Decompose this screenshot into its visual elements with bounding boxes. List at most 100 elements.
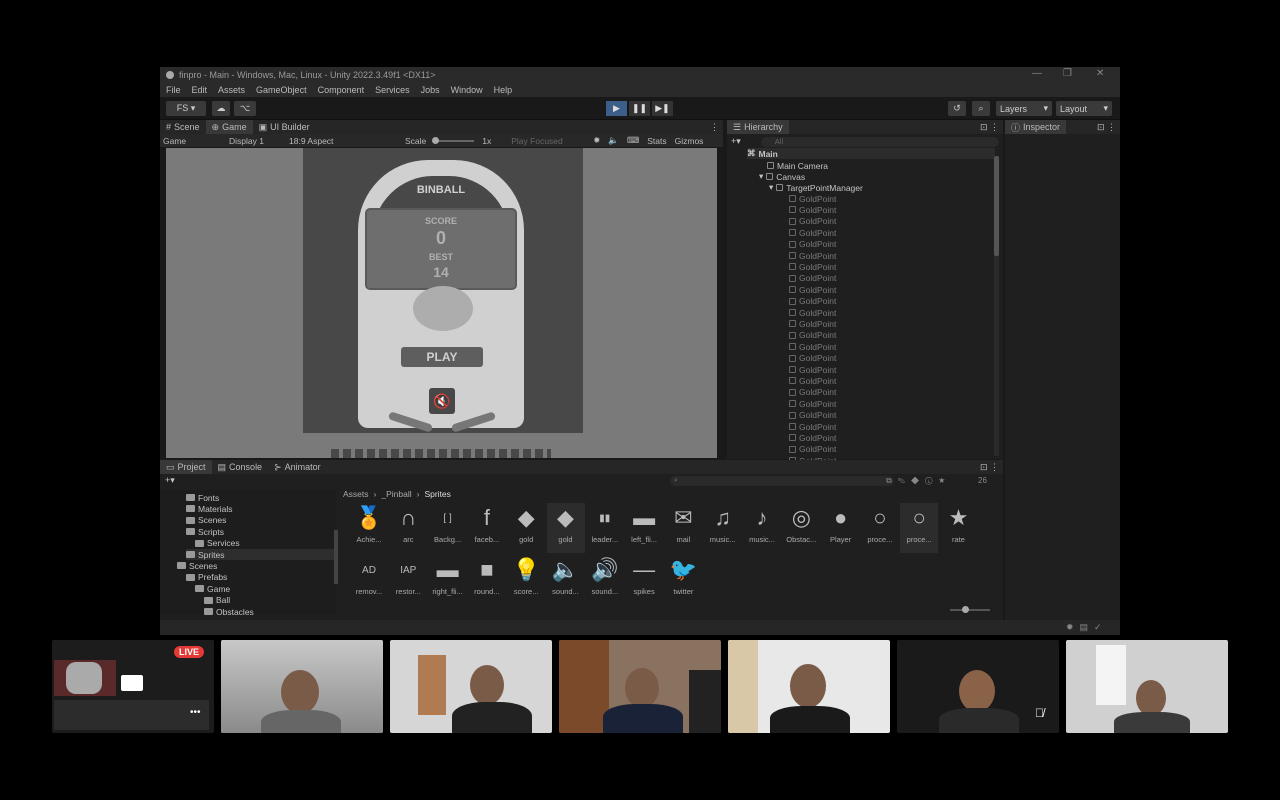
menu-window[interactable]: Window [451,85,483,95]
menu-assets[interactable]: Assets [218,85,245,95]
layout-dropdown[interactable]: Layout ▾ [1056,101,1112,116]
target-point-manager-row[interactable]: ▾ TargetPointManager [769,182,863,193]
gold-point-row[interactable]: GoldPoint [789,387,836,398]
gizmos-dropdown[interactable]: Gizmos [675,136,704,146]
layers-dropdown[interactable]: Layers ▾ [996,101,1052,116]
gold-point-row[interactable]: GoldPoint [789,375,836,386]
gold-point-row[interactable]: GoldPoint [789,250,836,261]
status-icons[interactable]: ✹▤✓ [1066,622,1108,633]
tab-ui-builder[interactable]: ▣ UI Builder [253,120,316,134]
scene-root-row[interactable]: ⌘ Main [747,148,995,159]
project-search-input[interactable]: ⌕ [670,475,894,486]
tab-animator[interactable]: ⊱ Animator [268,460,327,474]
folder-tree-item[interactable]: Fonts [186,492,219,503]
mute-icon[interactable]: 🔇 [429,388,455,414]
stats-button[interactable]: Stats [647,136,666,146]
keyboard-icon[interactable]: ⌨ [627,135,639,146]
sprite-asset[interactable]: 🐦 twitter [664,555,702,605]
sprite-asset[interactable]: ◆ gold [546,503,585,553]
hierarchy-scrollbar[interactable] [994,156,999,456]
gold-point-row[interactable]: GoldPoint [789,341,836,352]
sprite-asset[interactable]: ♫ music... [704,503,742,553]
gold-point-row[interactable]: GoldPoint [789,364,836,375]
step-button[interactable]: ▶❚ [652,101,673,116]
scale-slider-handle[interactable] [432,136,440,144]
breadcrumb-pinball[interactable]: _Pinball [381,489,411,500]
menu-help[interactable]: Help [494,85,513,95]
sprite-asset[interactable]: ○ proce... [900,503,939,553]
tab-console[interactable]: ▤ Console [212,460,269,474]
menu-component[interactable]: Component [318,85,365,95]
breadcrumb-sprites[interactable]: Sprites [424,489,450,500]
add-object-button[interactable]: +▾ [731,136,741,147]
gold-point-row[interactable]: GoldPoint [789,273,836,284]
folder-tree-item[interactable]: Ball [204,595,230,606]
menu-services[interactable]: Services [375,85,410,95]
play-button[interactable]: ▶ [606,101,627,116]
gold-point-row[interactable]: GoldPoint [789,444,836,455]
sprite-asset[interactable]: AD remov... [350,555,388,605]
scrollbar-thumb[interactable] [994,156,999,256]
gold-point-row[interactable]: GoldPoint [789,193,836,204]
sprite-asset[interactable]: ◆ gold [507,503,545,553]
gold-point-row[interactable]: GoldPoint [789,421,836,432]
play-focused-dropdown[interactable]: Play Focused [511,136,585,146]
sprite-asset[interactable]: IAP restor... [389,555,427,605]
lock-icon[interactable]: ⊡ ⋮ [980,462,1003,473]
gold-point-row[interactable]: GoldPoint [789,284,836,295]
game-mode-dropdown[interactable]: Game [163,136,221,146]
gold-point-row[interactable]: GoldPoint [789,216,836,227]
sprite-asset[interactable]: [ ] Backg... [429,503,467,553]
sprite-asset[interactable]: ♪ music... [743,503,781,553]
sprite-asset[interactable]: ▮▮ leader... [586,503,624,553]
gold-point-row[interactable]: GoldPoint [789,227,836,238]
tab-inspector[interactable]: ⓘ Inspector [1005,120,1067,134]
cloud-icon[interactable]: ☁ [212,101,230,116]
icon-size-slider[interactable] [950,606,990,613]
participant-tile-4[interactable] [728,640,890,733]
folder-tree-item[interactable]: Services [195,538,240,549]
scale-slider[interactable] [432,136,475,144]
gold-point-row[interactable]: GoldPoint [789,398,836,409]
sprite-asset[interactable]: 🔊 sound... [586,555,624,605]
sprite-asset[interactable]: 🏅 Achie... [350,503,388,553]
participant-tile-1[interactable] [221,640,383,733]
folder-tree-item[interactable]: Sprites [186,549,336,560]
main-camera-row[interactable]: Main Camera [767,160,828,171]
folder-tree-item[interactable]: Materials [186,503,232,514]
audio-icon[interactable]: 🔈 [608,135,619,146]
lock-icon[interactable]: ⊡ ⋮ [1097,122,1120,133]
participant-tile-2[interactable] [390,640,552,733]
search-icon[interactable]: ⌕ [972,101,990,116]
aspect-dropdown[interactable]: 18:9 Aspect [289,136,397,146]
collab-icon[interactable]: ⌥ [234,101,256,116]
gold-point-row[interactable]: GoldPoint [789,318,836,329]
display-dropdown[interactable]: Display 1 [229,136,281,146]
gold-point-row[interactable]: GoldPoint [789,296,836,307]
sprite-asset[interactable]: ✉ mail [664,503,702,553]
sprite-asset[interactable]: ■ round... [468,555,506,605]
pause-button[interactable]: ❚❚ [629,101,650,116]
tab-project[interactable]: ▭ Project [160,460,212,474]
folder-tree-item[interactable]: Obstacles [204,606,254,617]
play-game-button[interactable]: PLAY [401,347,483,367]
canvas-row[interactable]: ▾ Canvas [759,171,805,182]
folder-tree-item[interactable]: Game [195,583,230,594]
gold-point-row[interactable]: GoldPoint [789,410,836,421]
game-view[interactable]: BINBALL SCORE 0 BEST 14 PLAY 🔇 [166,148,717,458]
lock-icon[interactable]: ⊡ ⋮ [980,122,1003,133]
menu-file[interactable]: File [166,85,181,95]
gold-point-row[interactable]: GoldPoint [789,239,836,250]
maximize-button[interactable]: ❐ [1063,68,1072,79]
icon-size-handle[interactable] [962,606,969,613]
folder-tree-item[interactable]: Scenes [177,560,217,571]
create-asset-button[interactable]: +▾ [165,475,175,486]
sprite-asset[interactable]: ○ proce... [861,503,899,553]
hierarchy-search-input[interactable]: All [760,136,999,147]
bug-icon[interactable]: ✹ [593,135,600,146]
close-button[interactable]: ✕ [1096,68,1104,79]
folder-tree-item[interactable]: Prefabs [186,572,227,583]
sprite-asset[interactable]: f faceb... [468,503,506,553]
sprite-asset[interactable]: 🔈 sound... [547,555,585,605]
sprite-asset[interactable]: ▬ right_fli... [429,555,467,605]
